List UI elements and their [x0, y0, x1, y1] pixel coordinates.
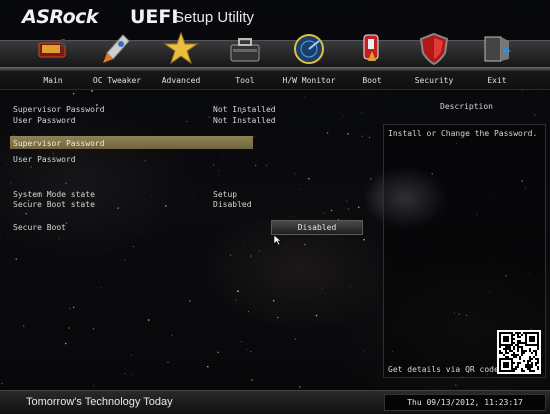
description-title: Description	[440, 102, 493, 111]
shield-icon	[416, 31, 452, 67]
user-password-status-label: User Password	[13, 116, 76, 125]
tab-advanced-label: Advanced	[149, 76, 213, 85]
tab-boot[interactable]: Boot	[340, 41, 404, 89]
mouse-cursor-icon	[273, 234, 283, 246]
tab-oc-tweaker[interactable]: OC Tweaker	[85, 41, 149, 89]
tab-exit[interactable]: Exit	[465, 41, 529, 89]
tab-main-label: Main	[21, 76, 85, 85]
product-subtitle: Setup Utility	[174, 9, 254, 26]
supervisor-password-item-label: Supervisor Password	[13, 139, 105, 148]
header: ASRock UEFI Setup Utility	[0, 0, 550, 38]
tab-boot-label: Boot	[340, 76, 404, 85]
main-icon	[35, 31, 71, 67]
product-name: UEFI	[130, 6, 178, 28]
secure-boot-dropdown[interactable]: Disabled	[271, 220, 363, 235]
system-mode-value: Setup	[213, 190, 237, 199]
tab-main[interactable]: Main	[21, 41, 85, 89]
rocket-icon	[99, 31, 135, 67]
user-password-item[interactable]: User Password	[13, 155, 76, 164]
nav-bar: Main OC Tweaker Advanced Tool H/W Monito…	[0, 40, 550, 90]
exit-door-icon	[479, 31, 515, 67]
secure-boot-label: Secure Boot	[13, 223, 66, 232]
footer-datetime: Thu 09/13/2012, 11:23:17	[384, 394, 546, 411]
footer-tagline: Tomorrow's Technology Today	[26, 396, 173, 408]
boot-icon	[354, 31, 390, 67]
tab-security-label: Security	[402, 76, 466, 85]
qr-caption: Get details via QR code	[388, 365, 499, 374]
tab-tool-label: Tool	[213, 76, 277, 85]
tab-hw-monitor-label: H/W Monitor	[277, 76, 341, 85]
system-mode-label: System Mode state	[13, 190, 95, 199]
tab-advanced[interactable]: Advanced	[149, 41, 213, 89]
tab-exit-label: Exit	[465, 76, 529, 85]
description-text: Install or Change the Password.	[388, 129, 537, 138]
secure-boot-state-value: Disabled	[213, 200, 252, 209]
star-icon	[163, 31, 199, 67]
secure-boot-state-label: Secure Boot state	[13, 200, 95, 209]
supervisor-password-status-value: Not Installed	[213, 105, 276, 114]
radar-icon	[291, 31, 327, 67]
tab-oc-tweaker-label: OC Tweaker	[85, 76, 149, 85]
toolbox-icon	[227, 31, 263, 67]
tab-tool[interactable]: Tool	[213, 41, 277, 89]
tab-hw-monitor[interactable]: H/W Monitor	[277, 41, 341, 89]
qr-code-icon[interactable]	[497, 330, 541, 374]
brand-logo: ASRock	[22, 6, 98, 28]
user-password-status-value: Not Installed	[213, 116, 276, 125]
tab-security[interactable]: Security	[402, 41, 466, 89]
supervisor-password-status-label: Supervisor Password	[13, 105, 105, 114]
